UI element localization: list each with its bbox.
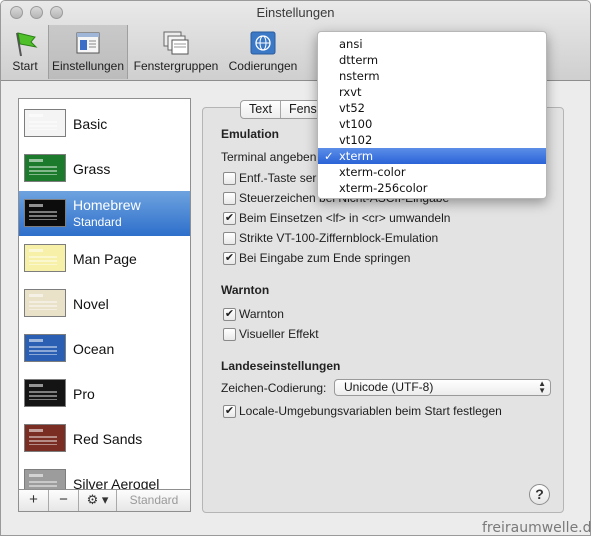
paste-newline-label: Beim Einsetzen <lf> in <cr> umwandeln — [239, 211, 451, 225]
profile-item-grass[interactable]: Grass — [19, 146, 190, 191]
profile-item-man-page[interactable]: Man Page — [19, 236, 190, 281]
paste-newline-checkbox[interactable] — [223, 212, 236, 225]
profile-name: Man Page — [73, 251, 137, 267]
profile-item-novel[interactable]: Novel — [19, 281, 190, 326]
menu-item-vt100[interactable]: vt100 — [318, 116, 546, 132]
profile-item-red-sands[interactable]: Red Sands — [19, 416, 190, 461]
menu-item-xterm-256color[interactable]: xterm-256color — [318, 180, 546, 196]
profile-preview-thumbnail — [24, 289, 66, 317]
toolbar-start-label: Start — [12, 59, 38, 73]
default-profile-label: Standard — [73, 215, 122, 229]
toolbar-fenstergruppen-label: Fenstergruppen — [133, 59, 219, 73]
profile-item-basic[interactable]: Basic — [19, 101, 190, 146]
set-default-button[interactable]: Standard — [117, 490, 191, 511]
locale-env-label: Locale-Umgebungsvariablen beim Start fes… — [239, 404, 502, 418]
scroll-to-end-checkbox[interactable] — [223, 252, 236, 265]
profile-preview-thumbnail — [24, 244, 66, 272]
menu-item-vt102[interactable]: vt102 — [318, 132, 546, 148]
locale-env-checkbox[interactable] — [223, 405, 236, 418]
profile-list[interactable]: Basic Grass Homebrew Standard Man Page N… — [18, 98, 191, 490]
profile-name: Grass — [73, 161, 111, 177]
toolbar-fenstergruppen[interactable]: Fenstergruppen — [131, 25, 221, 79]
entf-key-label: Entf.-Taste ser — [239, 171, 317, 185]
bell-label: Warnton — [239, 307, 284, 321]
window-title: Einstellungen — [256, 5, 335, 20]
help-button[interactable]: ? — [529, 484, 550, 505]
terminal-type-label: Terminal angeben — [221, 150, 317, 164]
flag-icon — [16, 32, 38, 57]
profile-name: Homebrew — [73, 197, 141, 213]
entf-key-checkbox[interactable] — [223, 172, 236, 185]
emulation-heading: Emulation — [221, 127, 280, 141]
menu-item-label: xterm — [339, 149, 374, 163]
profile-name: Silver Aerogel — [73, 476, 160, 490]
vt100-keypad-label: Strikte VT-100-Ziffernblock-Emulation — [239, 231, 439, 245]
menu-item-rxvt[interactable]: rxvt — [318, 84, 546, 100]
profile-name: Ocean — [73, 341, 115, 357]
profile-name: Pro — [73, 386, 95, 402]
profile-item-ocean[interactable]: Ocean — [19, 326, 190, 371]
warnton-heading: Warnton — [221, 283, 270, 297]
menu-item-dtterm[interactable]: dtterm — [318, 52, 546, 68]
toolbar-start[interactable]: Start — [7, 25, 43, 79]
encoding-value: Unicode (UTF-8) — [344, 380, 434, 394]
profile-name: Red Sands — [73, 431, 143, 447]
menu-item-xterm[interactable]: ✓ xterm — [318, 148, 546, 164]
profile-preview-thumbnail — [24, 334, 66, 362]
visual-bell-label: Visueller Effekt — [239, 327, 319, 341]
vt100-keypad-checkbox[interactable] — [223, 232, 236, 245]
bell-checkbox[interactable] — [223, 308, 236, 321]
profile-item-pro[interactable]: Pro — [19, 371, 190, 416]
profile-preview-thumbnail — [24, 109, 66, 137]
scroll-to-end-label: Bei Eingabe zum Ende springen — [239, 251, 411, 265]
menu-item-ansi[interactable]: ansi — [318, 36, 546, 52]
profile-list-toolbar: + − ⚙ ▾ Standard — [18, 490, 191, 512]
menu-item-xterm-color[interactable]: xterm-color — [318, 164, 546, 180]
profile-item-silver-aerogel[interactable]: Silver Aerogel — [19, 461, 190, 490]
menu-item-vt52[interactable]: vt52 — [318, 100, 546, 116]
window-groups-icon — [163, 31, 189, 55]
settings-window-icon — [76, 32, 100, 54]
profile-preview-thumbnail — [24, 199, 66, 227]
tab-text[interactable]: Text — [241, 101, 281, 118]
profile-preview-thumbnail — [24, 469, 66, 489]
encoding-label: Zeichen-Codierung: — [221, 381, 327, 395]
profile-name: Novel — [73, 296, 109, 312]
toolbar-codierungen[interactable]: Codierungen — [225, 25, 301, 79]
up-down-arrows-icon: ▲ ▼ — [538, 379, 546, 395]
add-profile-button[interactable]: + — [19, 490, 49, 511]
gear-menu-button[interactable]: ⚙ ▾ — [79, 490, 117, 511]
profile-name: Basic — [73, 116, 108, 132]
preferences-window: Einstellungen Start Einstellungen Fenste… — [0, 0, 591, 536]
toolbar-einstellungen-label: Einstellungen — [51, 59, 125, 73]
remove-profile-button[interactable]: − — [49, 490, 79, 511]
profile-preview-thumbnail — [24, 154, 66, 182]
terminal-type-menu: ansi dtterm nsterm rxvt vt52 vt100 vt102… — [317, 31, 547, 199]
globe-icon — [250, 31, 276, 55]
menu-item-nsterm[interactable]: nsterm — [318, 68, 546, 84]
toolbar-codierungen-label: Codierungen — [228, 59, 298, 73]
watermark-text: freiraumwelle.de — [482, 520, 591, 536]
toolbar-einstellungen[interactable]: Einstellungen — [48, 25, 128, 79]
profile-item-homebrew[interactable]: Homebrew Standard — [19, 191, 190, 236]
checkmark-icon: ✓ — [324, 149, 334, 163]
locale-heading: Landeseinstellungen — [221, 359, 341, 373]
profile-preview-thumbnail — [24, 424, 66, 452]
encoding-popup[interactable]: Unicode (UTF-8) ▲ ▼ — [334, 379, 551, 396]
control-chars-checkbox[interactable] — [223, 192, 236, 205]
visual-bell-checkbox[interactable] — [223, 328, 236, 341]
profile-preview-thumbnail — [24, 379, 66, 407]
